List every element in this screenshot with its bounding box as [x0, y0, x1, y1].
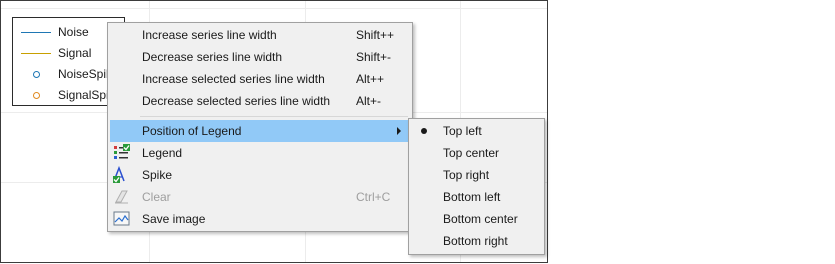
submenu-item-bottom-center[interactable]: Bottom center — [411, 208, 542, 230]
selected-bullet-icon — [421, 128, 427, 134]
signal-line-swatch — [21, 53, 51, 54]
menu-item-increase-selected-line-width[interactable]: Increase selected series line width Alt+… — [110, 68, 410, 90]
legend-label: Signal — [58, 46, 92, 60]
clear-icon — [113, 188, 130, 205]
noise-line-swatch — [21, 32, 51, 33]
submenu-item-label: Top right — [443, 168, 490, 182]
submenu-item-top-center[interactable]: Top center — [411, 142, 542, 164]
submenu-item-bottom-right[interactable]: Bottom right — [411, 230, 542, 252]
submenu-item-bottom-left[interactable]: Bottom left — [411, 186, 542, 208]
menu-item-label: Increase selected series line width — [142, 72, 325, 86]
menu-item-shortcut: Shift++ — [356, 28, 395, 42]
menu-separator — [140, 116, 408, 117]
menu-item-label: Decrease series line width — [142, 50, 283, 64]
menu-item-label: Clear — [142, 190, 171, 204]
submenu-item-label: Bottom right — [443, 234, 508, 248]
submenu-item-top-right[interactable]: Top right — [411, 164, 542, 186]
menu-item-label: Spike — [142, 168, 173, 182]
menu-item-legend[interactable]: Legend — [110, 142, 410, 164]
save-image-icon — [113, 210, 130, 227]
menu-item-increase-line-width[interactable]: Increase series line width Shift++ — [110, 24, 410, 46]
submenu-item-label: Top left — [443, 124, 482, 138]
menu-item-shortcut: Alt+- — [356, 94, 382, 108]
menu-item-decrease-selected-line-width[interactable]: Decrease selected series line width Alt+… — [110, 90, 410, 112]
spike-icon — [113, 165, 130, 183]
legend-position-submenu: Top left Top center Top right Bottom lef… — [408, 118, 545, 255]
context-menu: Increase series line width Shift++ Decre… — [107, 22, 413, 232]
menu-item-shortcut: Alt++ — [356, 72, 385, 86]
menu-item-shortcut: Ctrl+C — [356, 190, 391, 204]
menu-item-save-image[interactable]: Save image — [110, 208, 410, 230]
circle-marker-icon — [33, 92, 40, 99]
menu-item-label: Position of Legend — [142, 124, 242, 138]
submenu-item-label: Bottom left — [443, 190, 501, 204]
menu-item-label: Save image — [142, 212, 206, 226]
menu-item-label: Increase series line width — [142, 28, 277, 42]
grid-line — [1, 8, 547, 9]
menu-item-decrease-line-width[interactable]: Decrease series line width Shift+- — [110, 46, 410, 68]
menu-item-position-of-legend[interactable]: Position of Legend — [110, 120, 410, 142]
menu-item-label: Legend — [142, 146, 183, 160]
submenu-arrow-icon — [397, 127, 401, 135]
menu-item-label: Decrease selected series line width — [142, 94, 331, 108]
legend-icon — [113, 144, 130, 161]
menu-item-shortcut: Shift+- — [356, 50, 392, 64]
menu-item-clear[interactable]: Clear Ctrl+C — [110, 186, 410, 208]
legend-label: Noise — [58, 25, 89, 39]
menu-item-spike[interactable]: Spike — [110, 164, 410, 186]
circle-marker-icon — [33, 71, 40, 78]
submenu-item-label: Bottom center — [443, 212, 518, 226]
submenu-item-label: Top center — [443, 146, 500, 160]
submenu-item-top-left[interactable]: Top left — [411, 120, 542, 142]
